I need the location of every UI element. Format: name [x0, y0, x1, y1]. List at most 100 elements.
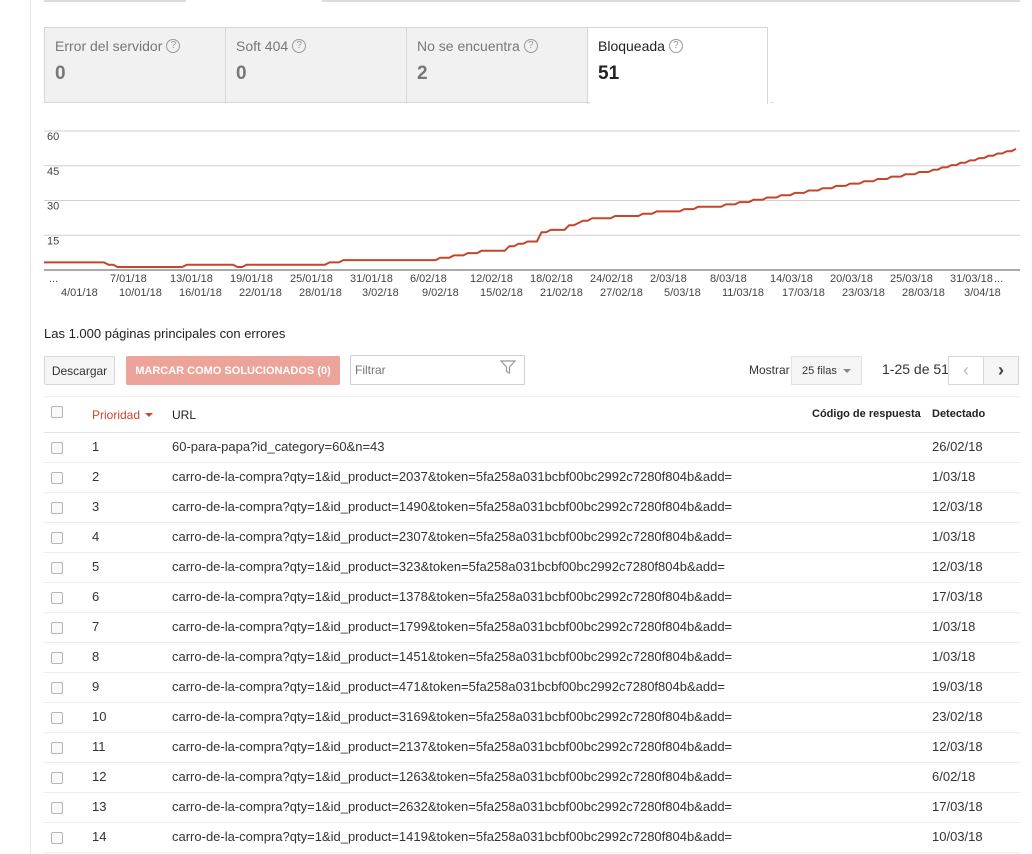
row-detected: 17/03/18 [932, 589, 983, 604]
row-url[interactable]: carro-de-la-compra?qty=1&id_product=1451… [172, 649, 732, 664]
table-row[interactable]: 13 carro-de-la-compra?qty=1&id_product=26… [44, 793, 1020, 823]
url-column-header[interactable]: URL [172, 408, 196, 422]
row-url[interactable]: carro-de-la-compra?qty=1&id_product=1263… [172, 769, 732, 784]
x-tick-label: 16/01/18 [179, 287, 222, 299]
row-checkbox[interactable] [51, 592, 63, 604]
row-url[interactable]: carro-de-la-compra?qty=1&id_product=3169… [172, 709, 732, 724]
y-tick-label: 30 [47, 201, 59, 213]
x-tick-label: 12/02/18 [470, 273, 513, 285]
row-url[interactable]: carro-de-la-compra?qty=1&id_product=1419… [172, 829, 732, 844]
rows-per-page-select[interactable]: 25 filas [791, 356, 862, 385]
row-url[interactable]: carro-de-la-compra?qty=1&id_product=2632… [172, 799, 732, 814]
filter-input[interactable] [350, 355, 525, 385]
errors-chart-svg: 15 30 45 60... 7/01/18 13/01/18 19/01/18 25/01/… [44, 130, 1020, 299]
errors-table: Prioridad URL Código de respuesta Detect… [44, 396, 1020, 853]
x-tick-label: 3/02/18 [362, 287, 399, 299]
table-row[interactable]: 6 carro-de-la-compra?qty=1&id_product=137… [44, 583, 1020, 613]
row-detected: 1/03/18 [932, 529, 976, 544]
table-row[interactable]: 1 60-para-papa?id_category=60&n=43 26/02/1… [44, 433, 1020, 463]
x-tick-label: 28/01/18 [299, 287, 342, 299]
row-checkbox[interactable] [51, 772, 63, 784]
previous-page-button[interactable]: ‹ [948, 356, 984, 385]
table-row[interactable]: 8 carro-de-la-compra?qty=1&id_product=145… [44, 643, 1020, 673]
table-body: 1 60-para-papa?id_category=60&n=43 26/02/1… [44, 433, 1020, 853]
y-tick-label: 45 [47, 166, 59, 178]
help-icon[interactable]: ? [166, 39, 181, 53]
row-checkbox[interactable] [51, 532, 63, 544]
row-checkbox[interactable] [51, 502, 63, 514]
tab-no-se-encuentra[interactable]: No se encuentra? 2 [406, 27, 587, 103]
table-row[interactable]: 10 carro-de-la-compra?qty=1&id_product=31… [44, 703, 1020, 733]
download-button[interactable]: Descargar [44, 356, 115, 385]
x-tick-label: 22/01/18 [239, 287, 282, 299]
table-row[interactable]: 3 carro-de-la-compra?qty=1&id_product=149… [44, 493, 1020, 523]
row-checkbox[interactable] [51, 562, 63, 574]
row-checkbox[interactable] [51, 442, 63, 454]
chevron-down-icon [842, 368, 851, 373]
row-checkbox[interactable] [51, 472, 63, 484]
table-row[interactable]: 11 carro-de-la-compra?qty=1&id_product=21… [44, 733, 1020, 763]
x-tick-label: 23/03/18 [842, 287, 885, 299]
help-icon[interactable]: ? [668, 39, 683, 53]
row-detected: 1/03/18 [932, 619, 976, 634]
row-checkbox[interactable] [51, 652, 63, 664]
tab-baseline [44, 102, 590, 103]
error-category-tabs: Error del servidor? 0 Soft 404? 0 No se encu… [44, 27, 768, 104]
x-tick-label: 27/02/18 [600, 287, 643, 299]
row-url[interactable]: carro-de-la-compra?qty=1&id_product=2037… [172, 469, 732, 484]
x-tick-label: ... [49, 273, 58, 285]
mark-fixed-button[interactable]: MARCAR COMO SOLUCIONADOS (0) [126, 356, 340, 385]
tab-label-text: Soft 404 [236, 38, 289, 54]
table-row[interactable]: 5 carro-de-la-compra?qty=1&id_product=323… [44, 553, 1020, 583]
tab-error-del-servidor[interactable]: Error del servidor? 0 [44, 27, 225, 103]
tab-bloqueada[interactable]: Bloqueada? 51 [587, 27, 768, 104]
row-url[interactable]: carro-de-la-compra?qty=1&id_product=471&… [172, 679, 725, 694]
row-checkbox[interactable] [51, 682, 63, 694]
table-row[interactable]: 2 carro-de-la-compra?qty=1&id_product=203… [44, 463, 1020, 493]
row-url[interactable]: carro-de-la-compra?qty=1&id_product=2307… [172, 529, 732, 544]
priority-column-header[interactable]: Prioridad [92, 408, 154, 422]
detected-column-header[interactable]: Detectado [932, 408, 985, 420]
table-row[interactable]: 12 carro-de-la-compra?qty=1&id_product=12… [44, 763, 1020, 793]
table-row[interactable]: 14 carro-de-la-compra?qty=1&id_product=14… [44, 823, 1020, 853]
table-row[interactable]: 7 carro-de-la-compra?qty=1&id_product=179… [44, 613, 1020, 643]
row-checkbox[interactable] [51, 832, 63, 844]
pagination-range: 1-25 de 51 [882, 361, 949, 377]
row-detected: 10/03/18 [932, 829, 983, 844]
tab-count: 0 [236, 63, 247, 84]
table-row[interactable]: 9 carro-de-la-compra?qty=1&id_product=471… [44, 673, 1020, 703]
row-url[interactable]: 60-para-papa?id_category=60&n=43 [172, 439, 385, 454]
row-priority: 12 [92, 769, 107, 784]
select-all-checkbox[interactable] [51, 406, 63, 418]
x-tick-label: 2/03/18 [650, 273, 687, 285]
row-checkbox[interactable] [51, 802, 63, 814]
row-url[interactable]: carro-de-la-compra?qty=1&id_product=1490… [172, 499, 732, 514]
row-priority: 3 [92, 499, 100, 514]
x-tick-label: 25/01/18 [290, 273, 333, 285]
row-checkbox[interactable] [51, 712, 63, 724]
row-priority: 5 [92, 559, 100, 574]
response-code-column-header[interactable]: Código de respuesta [812, 408, 921, 420]
x-tick-label: 24/02/18 [590, 273, 633, 285]
row-detected: 26/02/18 [932, 439, 983, 454]
row-url[interactable]: carro-de-la-compra?qty=1&id_product=1799… [172, 619, 732, 634]
row-url[interactable]: carro-de-la-compra?qty=1&id_product=1378… [172, 589, 732, 604]
chevron-right-icon: › [998, 360, 1004, 380]
help-icon[interactable]: ? [523, 39, 538, 53]
next-page-button[interactable]: › [983, 356, 1019, 385]
row-checkbox[interactable] [51, 622, 63, 634]
table-row[interactable]: 4 carro-de-la-compra?qty=1&id_product=230… [44, 523, 1020, 553]
section-title: Las 1.000 páginas principales con errore… [44, 326, 286, 341]
chevron-left-icon: ‹ [963, 360, 969, 380]
x-tick-label: 3/04/18 [964, 287, 1001, 299]
filter-icon[interactable] [500, 360, 516, 374]
left-divider [30, 0, 31, 854]
row-url[interactable]: carro-de-la-compra?qty=1&id_product=2137… [172, 739, 732, 754]
row-checkbox[interactable] [51, 742, 63, 754]
row-url[interactable]: carro-de-la-compra?qty=1&id_product=323&… [172, 559, 725, 574]
tab-label: Error del servidor? [55, 38, 215, 54]
x-tick-label: 8/03/18 [710, 273, 747, 285]
tab-soft-404[interactable]: Soft 404? 0 [225, 27, 406, 103]
help-icon[interactable]: ? [292, 39, 307, 53]
row-priority: 10 [92, 709, 107, 724]
